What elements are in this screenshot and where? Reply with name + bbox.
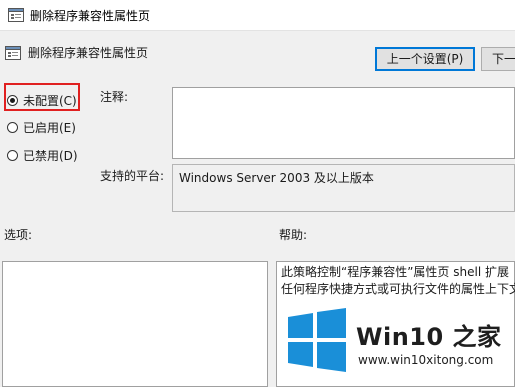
- policy-setting-icon: [5, 46, 21, 60]
- radio-disabled[interactable]: 已禁用(D): [7, 146, 78, 164]
- help-section-label: 帮助:: [279, 228, 308, 242]
- watermark-url: www.win10xitong.com: [358, 353, 494, 367]
- radio-label: 已禁用(D): [23, 148, 78, 163]
- help-line: 任何程序快捷方式或可执行文件的属性上下文: [281, 282, 515, 296]
- radio-dot[interactable]: [7, 121, 18, 133]
- watermark-brand: Win10 之家: [356, 323, 502, 351]
- policy-setting-icon: [8, 8, 24, 22]
- setting-title: 删除程序兼容性属性页: [28, 46, 149, 60]
- options-panel[interactable]: [2, 261, 268, 387]
- radio-not-configured[interactable]: 未配置(C): [7, 91, 77, 109]
- options-section-label: 选项:: [4, 228, 33, 242]
- previous-setting-button[interactable]: 上一个设置(P): [375, 47, 475, 71]
- platform-field: Windows Server 2003 及以上版本: [172, 164, 515, 212]
- platform-value: Windows Server 2003 及以上版本: [179, 171, 374, 185]
- policy-editor-window: 删除程序兼容性属性页 删除程序兼容性属性页 上一个设置(P) 下一 未配置(C)…: [0, 0, 515, 387]
- radio-dot-checked[interactable]: [7, 94, 18, 106]
- window-title: 删除程序兼容性属性页: [30, 9, 151, 23]
- radio-dot[interactable]: [7, 149, 18, 161]
- radio-enabled[interactable]: 已启用(E): [7, 118, 76, 136]
- help-text: 此策略控制“程序兼容性”属性页 shell 扩展 任何程序快捷方式或可执行文件的…: [281, 264, 515, 298]
- comment-textarea[interactable]: [172, 87, 515, 159]
- comment-label: 注释:: [100, 90, 129, 104]
- platform-label: 支持的平台:: [100, 169, 165, 183]
- radio-label: 未配置(C): [23, 93, 77, 108]
- next-setting-button[interactable]: 下一: [481, 47, 515, 71]
- windows-logo-icon: [288, 308, 346, 372]
- watermark: Win10 之家 www.win10xitong.com: [278, 305, 515, 385]
- radio-label: 已启用(E): [23, 120, 76, 135]
- title-bar: 删除程序兼容性属性页: [0, 0, 515, 31]
- help-line: 此策略控制“程序兼容性”属性页 shell 扩展: [281, 265, 509, 279]
